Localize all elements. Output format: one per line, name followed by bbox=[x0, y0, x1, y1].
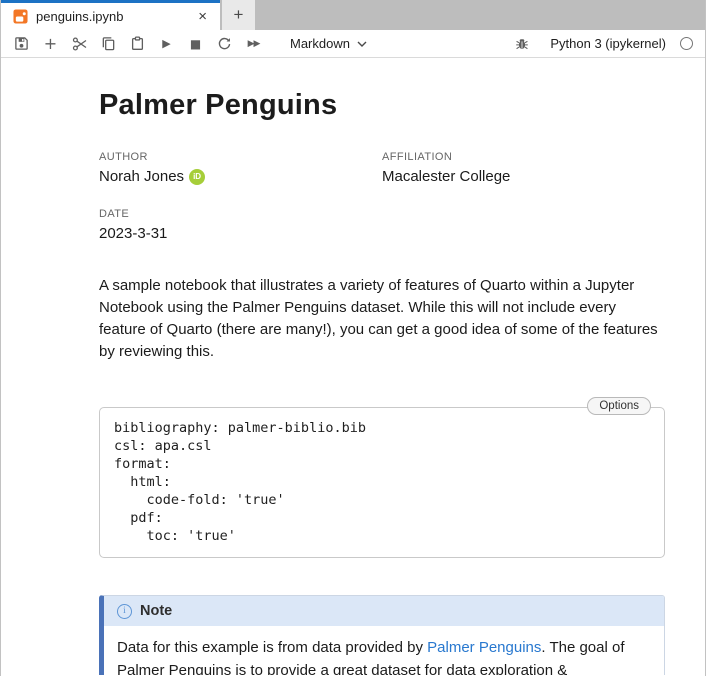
kernel-name[interactable]: Python 3 (ipykernel) bbox=[550, 36, 666, 51]
options-button[interactable]: Options bbox=[587, 397, 651, 415]
author-name: Norah Jones bbox=[99, 168, 184, 185]
affiliation-label: AFFILIATION bbox=[382, 151, 665, 163]
note-callout: i Note Data for this example is from dat… bbox=[99, 595, 665, 675]
orcid-icon[interactable]: iD bbox=[189, 169, 205, 185]
notebook-file-icon bbox=[13, 9, 28, 24]
tab-title: penguins.ipynb bbox=[36, 9, 187, 24]
notebook-content: Palmer Penguins AUTHOR Norah Jones iD AF… bbox=[1, 58, 705, 675]
notebook-window: penguins.ipynb × + + ▶ ■ ▶▶ Markdown bbox=[0, 0, 706, 676]
copy-cell-icon[interactable] bbox=[94, 32, 123, 56]
note-callout-body: Data for this example is from data provi… bbox=[104, 626, 664, 675]
page-title: Palmer Penguins bbox=[99, 89, 665, 122]
note-callout-header: i Note bbox=[104, 596, 664, 626]
yaml-options-block: Options bibliography: palmer-biblio.bib … bbox=[99, 407, 665, 558]
new-tab-button[interactable]: + bbox=[222, 0, 255, 30]
yaml-line: pdf: bbox=[114, 509, 650, 527]
tab-penguins-ipynb[interactable]: penguins.ipynb × bbox=[1, 0, 220, 30]
date-block: DATE 2023-3-31 bbox=[99, 208, 382, 242]
save-icon[interactable] bbox=[7, 32, 36, 56]
intro-paragraph: A sample notebook that illustrates a var… bbox=[99, 275, 665, 363]
debugger-bug-icon[interactable] bbox=[507, 32, 536, 56]
note-callout-title: Note bbox=[140, 603, 172, 619]
date-value: 2023-3-31 bbox=[99, 225, 382, 242]
stop-kernel-icon[interactable]: ■ bbox=[181, 32, 210, 56]
cell-type-dropdown[interactable]: Markdown bbox=[290, 36, 367, 51]
yaml-line: code-fold: 'true' bbox=[114, 491, 650, 509]
note-text-prefix: Data for this example is from data provi… bbox=[117, 639, 427, 656]
author-label: AUTHOR bbox=[99, 151, 382, 163]
yaml-line: bibliography: palmer-biblio.bib bbox=[114, 419, 650, 437]
paste-cell-icon[interactable] bbox=[123, 32, 152, 56]
add-cell-icon[interactable]: + bbox=[36, 32, 65, 56]
run-all-icon[interactable]: ▶▶ bbox=[239, 32, 268, 56]
affiliation-block: AFFILIATION Macalester College bbox=[382, 151, 665, 185]
yaml-line: toc: 'true' bbox=[114, 527, 650, 545]
close-tab-icon[interactable]: × bbox=[195, 7, 210, 26]
date-label: DATE bbox=[99, 208, 382, 220]
cut-cell-icon[interactable] bbox=[65, 32, 94, 56]
author-block: AUTHOR Norah Jones iD bbox=[99, 151, 382, 185]
affiliation-name: Macalester College bbox=[382, 168, 665, 185]
tab-bar: penguins.ipynb × + bbox=[1, 0, 705, 30]
rendered-markdown-cell: Palmer Penguins AUTHOR Norah Jones iD AF… bbox=[99, 58, 665, 675]
run-cell-icon[interactable]: ▶ bbox=[152, 32, 181, 56]
chevron-down-icon bbox=[357, 41, 367, 47]
yaml-line: html: bbox=[114, 473, 650, 491]
info-icon: i bbox=[117, 604, 132, 619]
yaml-line: csl: apa.csl bbox=[114, 437, 650, 455]
toolbar-right: Python 3 (ipykernel) bbox=[507, 32, 693, 56]
cell-type-value: Markdown bbox=[290, 36, 350, 51]
restart-kernel-icon[interactable] bbox=[210, 32, 239, 56]
notebook-toolbar: + ▶ ■ ▶▶ Markdown Python 3 (ipykernel) bbox=[1, 30, 705, 58]
title-meta-block: AUTHOR Norah Jones iD AFFILIATION Macale… bbox=[99, 151, 665, 242]
yaml-line: format: bbox=[114, 455, 650, 473]
palmer-penguins-link[interactable]: Palmer Penguins bbox=[427, 639, 541, 656]
kernel-status-icon[interactable] bbox=[680, 37, 693, 50]
